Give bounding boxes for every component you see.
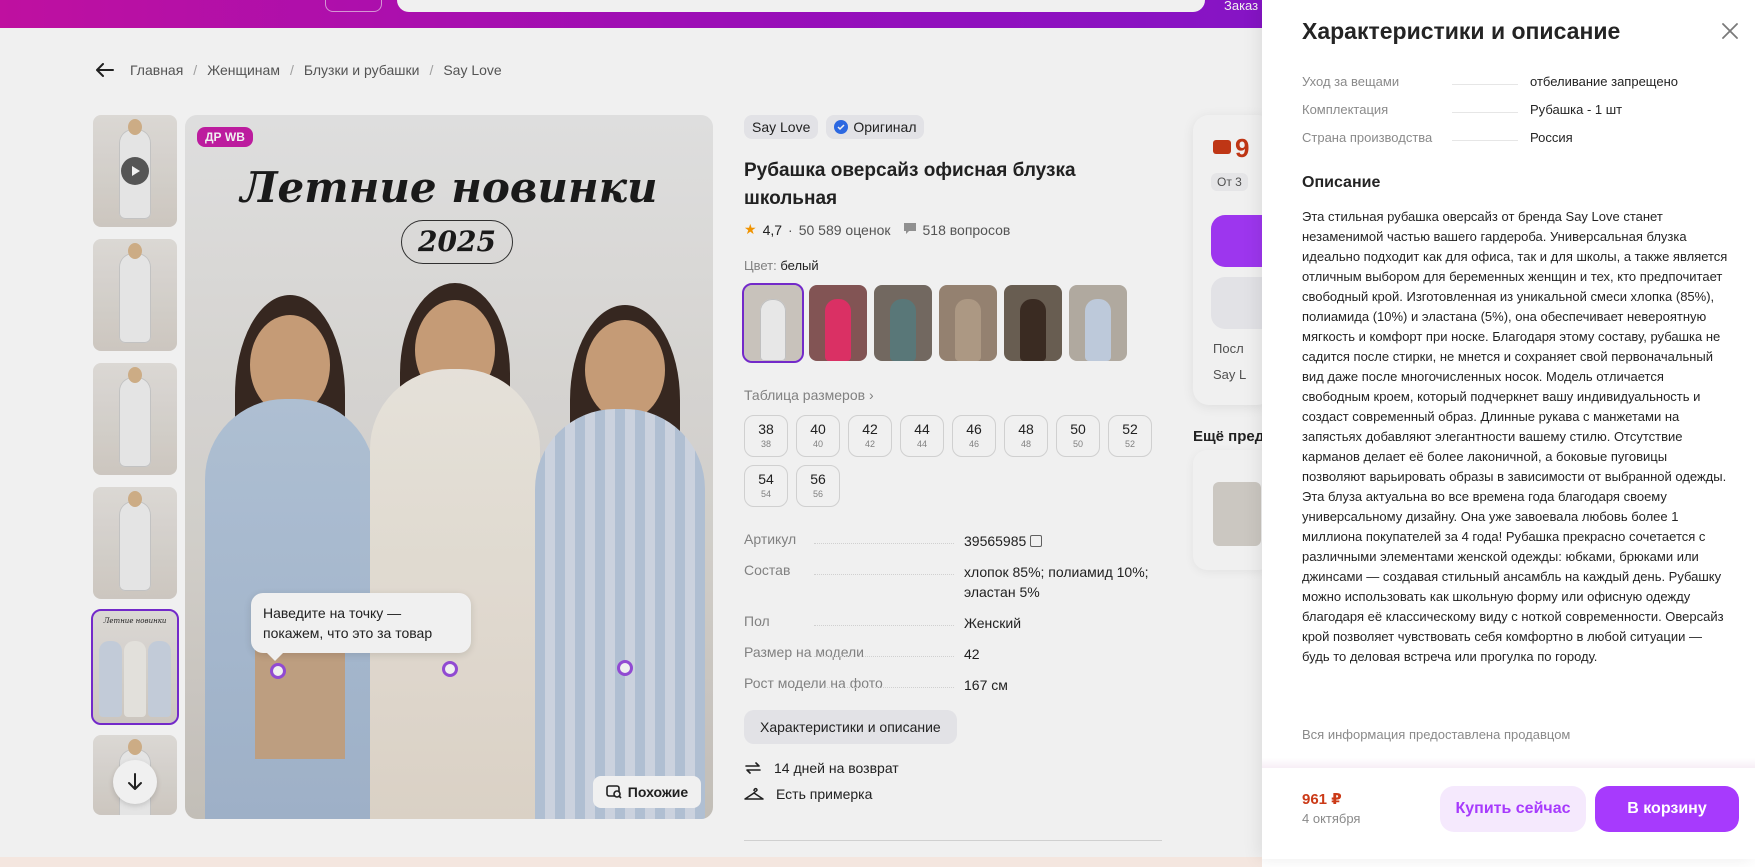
bottom-strip (0, 857, 1262, 867)
characteristics-panel: Характеристики и описание Уход за вещами… (1262, 0, 1755, 859)
panel-spec-row: Комплектация Рубашка - 1 шт (1302, 102, 1732, 117)
panel-title: Характеристики и описание (1302, 18, 1621, 44)
panel-divider (1262, 758, 1755, 768)
buy-now-button[interactable]: Купить сейчас (1440, 786, 1586, 832)
panel-spec-key: Комплектация (1302, 102, 1530, 117)
panel-spec-value: отбеливание запрещено (1530, 74, 1678, 89)
panel-spec-row: Страна производства Россия (1302, 130, 1732, 145)
description-title: Описание (1302, 174, 1381, 191)
panel-spec-key: Уход за вещами (1302, 74, 1530, 89)
modal-backdrop[interactable] (0, 0, 1262, 867)
footer-price: 961 ₽ (1302, 791, 1342, 808)
panel-spec-value: Россия (1530, 130, 1573, 145)
panel-spec-value: Рубашка - 1 шт (1530, 102, 1623, 117)
seller-note: Вся информация предоставлена продавцом (1302, 727, 1571, 742)
delivery-date: 4 октября (1302, 811, 1361, 826)
add-to-cart-button[interactable]: В корзину (1595, 786, 1739, 832)
panel-spec-key: Страна производства (1302, 130, 1530, 145)
panel-footer: 961 ₽ 4 октября Купить сейчас В корзину (1262, 768, 1755, 859)
close-icon[interactable] (1719, 20, 1741, 42)
description-text: Эта стильная рубашка оверсайз от бренда … (1302, 209, 1728, 664)
panel-spec-row: Уход за вещами отбеливание запрещено (1302, 74, 1732, 89)
